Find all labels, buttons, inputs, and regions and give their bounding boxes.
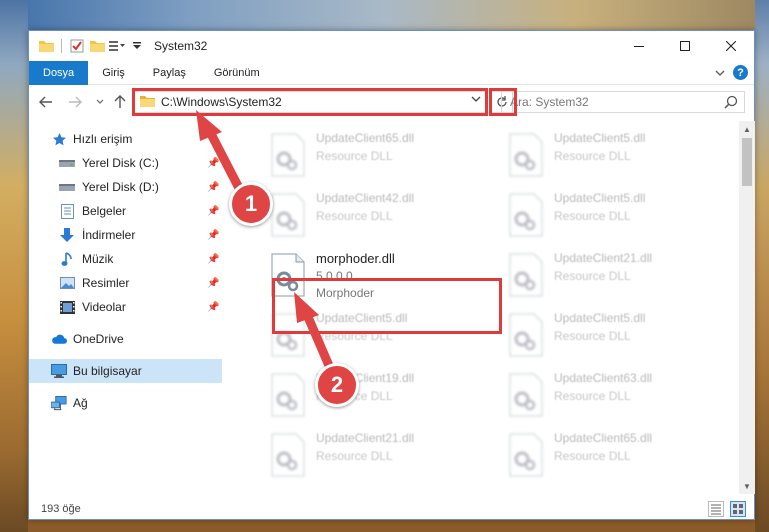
details-view-icon[interactable] (708, 501, 724, 517)
pin-icon[interactable]: 📌 (207, 206, 219, 217)
drive-icon (59, 179, 75, 195)
search-placeholder: Ara: System32 (510, 95, 589, 109)
sidebar-item-network[interactable]: Ağ (29, 391, 222, 415)
up-button[interactable] (111, 93, 129, 111)
list-item[interactable]: UpdateClient63.dll Resource DLL (482, 369, 712, 425)
tab-home[interactable]: Giriş (88, 61, 139, 85)
computer-icon (51, 363, 67, 379)
list-item[interactable]: UpdateClient5.dll Resource DLL (482, 309, 712, 365)
file-name: morphoder.dll (316, 251, 395, 266)
explorer-window: System32 Dosya Giriş Paylaş Görünüm ? C:… (28, 30, 755, 520)
window-title: System32 (154, 39, 208, 53)
list-item[interactable]: UpdateClient5.dll Resource DLL (482, 189, 712, 245)
search-box[interactable]: Ara: System32 (501, 91, 745, 113)
sidebar-item-pictures[interactable]: Resimler 📌 (29, 271, 222, 295)
document-icon (59, 203, 75, 219)
list-item[interactable]: UpdateClient42.dll Resource DLL (244, 189, 474, 245)
pin-icon[interactable]: 📌 (207, 302, 219, 313)
status-bar: 193 öğe (29, 497, 754, 521)
dll-file-icon (508, 313, 544, 357)
refresh-highlight (489, 88, 517, 116)
new-folder-icon[interactable] (88, 37, 106, 55)
music-icon (59, 251, 75, 267)
dll-file-icon (508, 193, 544, 237)
sidebar-item-documents[interactable]: Belgeler 📌 (29, 199, 222, 223)
tab-file[interactable]: Dosya (29, 60, 89, 85)
item-count: 193 öğe (41, 503, 81, 515)
ribbon-right: ? (715, 65, 748, 80)
sidebar-item-videos[interactable]: Videolar 📌 (29, 295, 222, 319)
customize-icon[interactable] (108, 37, 126, 55)
list-item[interactable]: UpdateClient65.dll Resource DLL (482, 429, 712, 485)
video-icon (59, 299, 75, 315)
dll-file-icon (508, 133, 544, 177)
navigation-pane: Hızlı erişim Yerel Disk (C:) 📌 Yerel Dis… (29, 127, 222, 497)
drive-icon (59, 155, 75, 171)
help-icon[interactable]: ? (733, 65, 748, 80)
download-icon (59, 227, 75, 243)
ribbon-tabs: Dosya Giriş Paylaş Görünüm ? (29, 60, 754, 85)
separator (61, 39, 62, 53)
sidebar-item-this-pc[interactable]: Bu bilgisayar (29, 359, 222, 383)
view-toggle (708, 501, 746, 517)
recent-locations-button[interactable] (91, 93, 109, 111)
pin-icon[interactable]: 📌 (207, 254, 219, 265)
sidebar-item-local-disk-c[interactable]: Yerel Disk (C:) 📌 (29, 151, 222, 175)
search-icon[interactable] (724, 95, 738, 112)
desktop-wallpaper-right (755, 0, 769, 532)
scroll-down-icon[interactable]: ▼ (739, 478, 755, 494)
file-highlight (272, 278, 502, 334)
quick-access-toolbar (29, 37, 146, 55)
list-item[interactable]: UpdateClient21.dll Resource DLL (482, 249, 712, 305)
star-icon (51, 131, 67, 147)
expand-ribbon-icon[interactable] (715, 66, 725, 80)
pin-icon[interactable]: 📌 (207, 158, 219, 169)
sidebar-item-local-disk-d[interactable]: Yerel Disk (D:) 📌 (29, 175, 222, 199)
pin-icon[interactable]: 📌 (207, 182, 219, 193)
list-item[interactable]: UpdateClient19.dll Resource DLL (244, 369, 474, 425)
sidebar-item-quick-access[interactable]: Hızlı erişim (29, 127, 222, 151)
tiles-view-icon[interactable] (730, 501, 746, 517)
list-item[interactable]: UpdateClient5.dll Resource DLL (482, 129, 712, 185)
dll-file-icon (270, 193, 306, 237)
folder-icon[interactable] (37, 37, 55, 55)
picture-icon (59, 275, 75, 291)
desktop-wallpaper-left (0, 0, 28, 532)
maximize-button[interactable] (662, 31, 708, 61)
scroll-thumb[interactable] (742, 138, 752, 186)
tab-view[interactable]: Görünüm (200, 61, 274, 85)
step-badge-2: 2 (315, 363, 359, 407)
chevron-down-icon[interactable] (128, 37, 146, 55)
dll-file-icon (270, 133, 306, 177)
list-item[interactable]: UpdateClient65.dll Resource DLL (244, 129, 474, 185)
forward-button[interactable] (66, 93, 84, 111)
pin-icon[interactable]: 📌 (207, 230, 219, 241)
network-icon (51, 395, 67, 411)
close-button[interactable] (708, 31, 754, 61)
address-highlight (132, 88, 488, 116)
sidebar-item-onedrive[interactable]: OneDrive (29, 327, 222, 351)
dll-file-icon (270, 433, 306, 477)
dll-file-icon (508, 253, 544, 297)
dll-file-icon (508, 433, 544, 477)
window-controls (616, 31, 754, 61)
dll-file-icon (270, 373, 306, 417)
properties-icon[interactable] (68, 37, 86, 55)
cloud-icon (51, 331, 67, 347)
pin-icon[interactable]: 📌 (207, 278, 219, 289)
scroll-up-icon[interactable]: ▲ (739, 121, 755, 137)
dll-file-icon (508, 373, 544, 417)
title-bar: System32 (29, 31, 754, 61)
step-badge-1: 1 (229, 182, 273, 226)
back-button[interactable] (37, 93, 55, 111)
vertical-scrollbar[interactable]: ▲ ▼ (739, 121, 755, 494)
sidebar-item-music[interactable]: Müzik 📌 (29, 247, 222, 271)
minimize-button[interactable] (616, 31, 662, 61)
sidebar-item-downloads[interactable]: İndirmeler 📌 (29, 223, 222, 247)
list-item[interactable]: UpdateClient21.dll Resource DLL (244, 429, 474, 485)
desktop-wallpaper-top (0, 0, 769, 30)
tab-share[interactable]: Paylaş (139, 61, 200, 85)
